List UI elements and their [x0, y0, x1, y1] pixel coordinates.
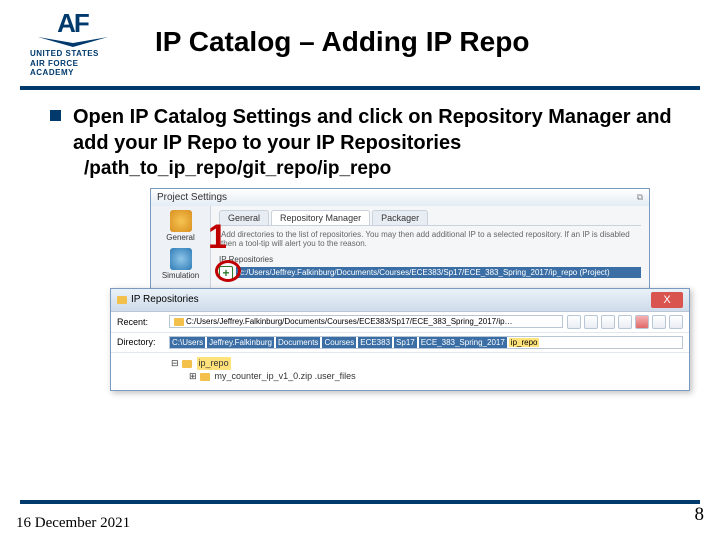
settings-tabs: General Repository Manager Packager: [219, 210, 641, 226]
logo-wings-icon: [33, 35, 113, 47]
dir-seg[interactable]: Jeffrey.Falkinburg: [207, 337, 274, 348]
nav-up-icon[interactable]: [584, 315, 598, 329]
view-detail-icon[interactable]: [669, 315, 683, 329]
footer-date: 16 December 2021: [16, 515, 130, 532]
tree-file-row[interactable]: ⊞ my_counter_ip_v1_0.zip .user_files: [189, 370, 683, 384]
settings-main-panel: General Repository Manager Packager Add …: [211, 206, 649, 296]
recent-row: Recent: C:/Users/Jeffrey.Falkinburg/Docu…: [111, 312, 689, 333]
dir-seg[interactable]: ECE_383_Spring_2017: [419, 337, 507, 348]
example-path: /path_to_ip_repo/git_repo/ip_repo: [84, 158, 680, 180]
footer-divider: [20, 500, 700, 504]
gear-icon: [170, 210, 192, 232]
repo-add-row: + c:/Users/Jeffrey.Falkinburg/Documents/…: [219, 266, 641, 280]
folder-icon: [200, 373, 210, 381]
settings-description: Add directories to the list of repositor…: [219, 226, 641, 253]
ip-repositories-dialog: IP Repositories X Recent: C:/Users/Jeffr…: [110, 288, 690, 391]
simulation-icon: [170, 248, 192, 270]
recent-path-field[interactable]: C:/Users/Jeffrey.Falkinburg/Documents/Co…: [169, 315, 563, 328]
tab-packager[interactable]: Packager: [372, 210, 428, 225]
step-circle-annotation: [215, 260, 241, 282]
ip-repositories-label: IP Repositories: [219, 255, 641, 264]
settings-sidebar: General Simulation: [151, 206, 211, 296]
dir-seg[interactable]: Documents: [276, 337, 320, 348]
dir-seg[interactable]: C:\Users: [170, 337, 205, 348]
delete-icon[interactable]: [635, 315, 649, 329]
af-academy-logo: AF UNITED STATES AIR FORCE ACADEMY: [20, 8, 125, 78]
step-callout-1: 1: [208, 218, 227, 257]
tree-expand-icon[interactable]: ⊞: [189, 370, 197, 384]
slide-content: Open IP Catalog Settings and click on Re…: [0, 90, 720, 448]
directory-row: Directory: C:\Users Jeffrey.Falkinburg D…: [111, 333, 689, 353]
project-settings-title: Project Settings: [157, 192, 227, 203]
toolbar-icons: [567, 315, 683, 329]
bullet-row: Open IP Catalog Settings and click on Re…: [50, 104, 680, 156]
bullet-text: Open IP Catalog Settings and click on Re…: [73, 104, 680, 156]
dir-seg-selected[interactable]: ip_repo: [509, 338, 540, 347]
sidebar-item-label: General: [153, 233, 208, 242]
slide-header: AF UNITED STATES AIR FORCE ACADEMY IP Ca…: [0, 0, 720, 78]
screenshot-area: Project Settings ⧉ General Simulation: [120, 188, 650, 448]
ip-repositories-title: IP Repositories: [131, 294, 199, 305]
sidebar-item-simulation[interactable]: Simulation: [153, 248, 208, 280]
view-list-icon[interactable]: [652, 315, 666, 329]
folder-icon: [174, 318, 184, 326]
logo-text: UNITED STATES AIR FORCE ACADEMY: [30, 49, 125, 78]
sidebar-item-label: Simulation: [153, 271, 208, 280]
ip-repositories-titlebar: IP Repositories X: [111, 289, 689, 312]
logo-line2: AIR FORCE: [30, 59, 125, 69]
logo-line1: UNITED STATES: [30, 49, 125, 59]
directory-path-field[interactable]: C:\Users Jeffrey.Falkinburg Documents Co…: [169, 336, 683, 349]
repo-path-field[interactable]: c:/Users/Jeffrey.Falkinburg/Documents/Co…: [236, 267, 641, 278]
dialog-sys-icon: ⧉: [637, 192, 643, 203]
sidebar-item-general[interactable]: General: [153, 210, 208, 242]
folder-icon: [182, 360, 192, 368]
tree-file-name: my_counter_ip_v1_0.zip .user_files: [215, 370, 356, 384]
tab-repository-manager[interactable]: Repository Manager: [271, 210, 370, 225]
slide-title: IP Catalog – Adding IP Repo: [125, 8, 529, 58]
dir-seg[interactable]: Sp17: [394, 337, 417, 348]
dir-seg[interactable]: ECE383: [358, 337, 392, 348]
new-folder-icon[interactable]: [618, 315, 632, 329]
project-settings-titlebar: Project Settings ⧉: [151, 189, 649, 206]
recent-label: Recent:: [117, 317, 165, 327]
tree-expand-icon[interactable]: ⊟: [171, 357, 179, 371]
folder-tree: ⊟ ip_repo ⊞ my_counter_ip_v1_0.zip .user…: [111, 353, 689, 390]
nav-back-icon[interactable]: [567, 315, 581, 329]
close-button[interactable]: X: [651, 292, 683, 308]
tree-folder-row[interactable]: ⊟ ip_repo: [171, 357, 683, 371]
page-number: 8: [695, 504, 705, 526]
bullet-icon: [50, 110, 61, 121]
folder-icon: [117, 296, 127, 304]
nav-home-icon[interactable]: [601, 315, 615, 329]
directory-label: Directory:: [117, 337, 165, 347]
tree-folder-name: ip_repo: [197, 357, 231, 371]
logo-line3: ACADEMY: [30, 68, 125, 78]
recent-path-value: C:/Users/Jeffrey.Falkinburg/Documents/Co…: [186, 317, 513, 326]
dir-seg[interactable]: Courses: [322, 337, 356, 348]
